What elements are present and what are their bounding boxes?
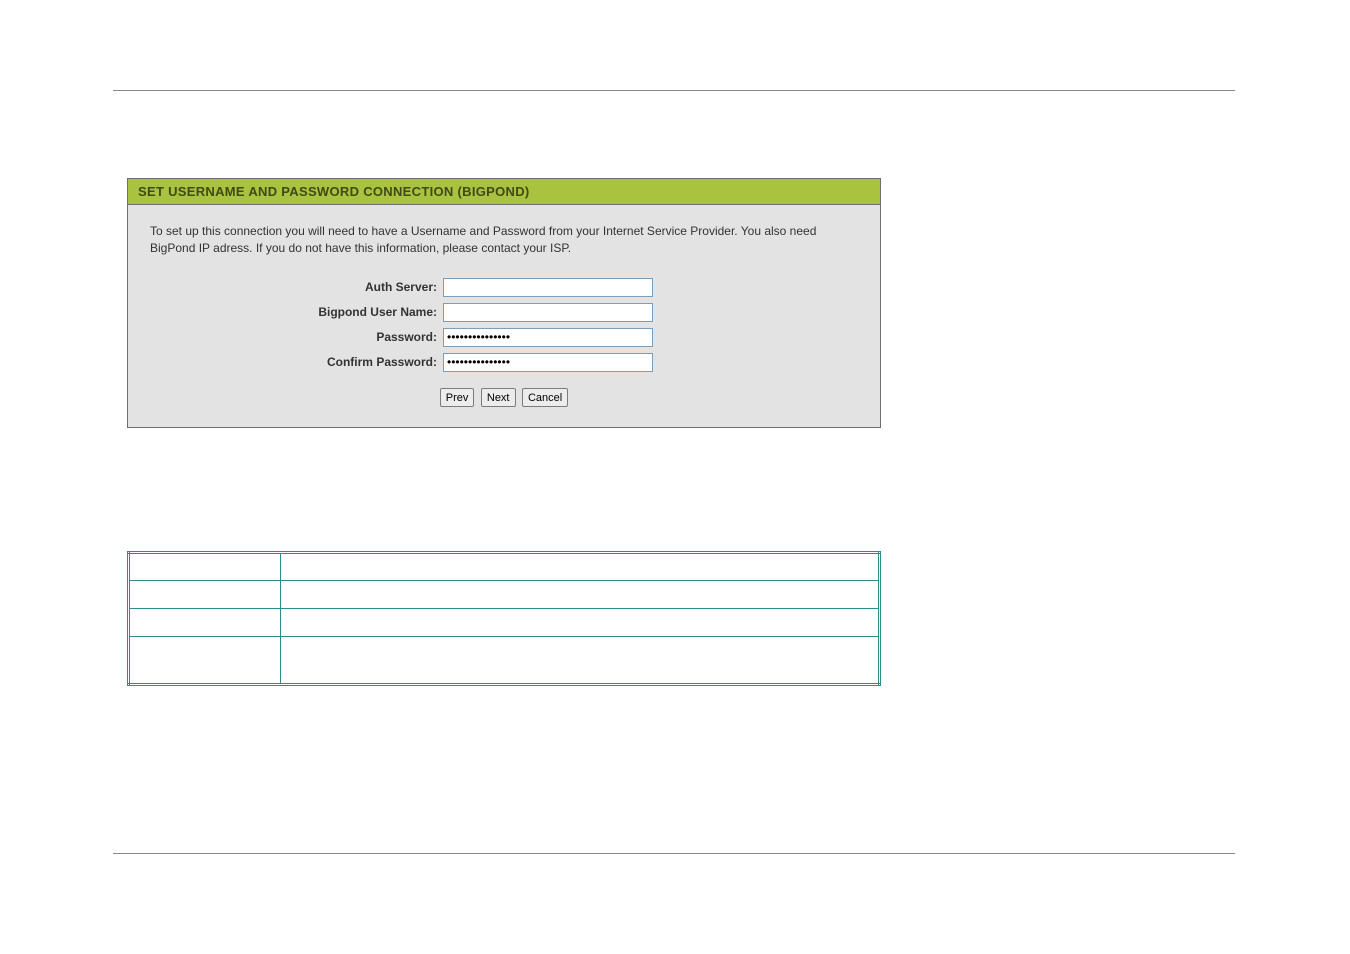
table-cell xyxy=(281,637,880,685)
panel-body: To set up this connection you will need … xyxy=(128,205,880,427)
panel-description: To set up this connection you will need … xyxy=(150,223,858,258)
table-row xyxy=(129,581,880,609)
table-cell xyxy=(281,609,880,637)
bigpond-user-name-label: Bigpond User Name: xyxy=(150,305,443,319)
info-table xyxy=(127,551,881,686)
bottom-divider xyxy=(113,853,1235,854)
prev-button[interactable]: Prev xyxy=(440,388,475,407)
auth-server-input[interactable] xyxy=(443,278,653,297)
password-row: Password: xyxy=(150,328,858,347)
table-cell xyxy=(129,609,281,637)
confirm-password-input[interactable] xyxy=(443,353,653,372)
table-cell xyxy=(129,553,281,581)
cancel-button[interactable]: Cancel xyxy=(522,388,568,407)
button-row: Prev Next Cancel xyxy=(150,388,858,408)
bigpond-user-name-input[interactable] xyxy=(443,303,653,322)
table-cell xyxy=(281,581,880,609)
next-button[interactable]: Next xyxy=(481,388,516,407)
auth-server-label: Auth Server: xyxy=(150,280,443,294)
table-row xyxy=(129,609,880,637)
bigpond-user-name-row: Bigpond User Name: xyxy=(150,303,858,322)
table-row xyxy=(129,637,880,685)
password-input[interactable] xyxy=(443,328,653,347)
confirm-password-row: Confirm Password: xyxy=(150,353,858,372)
table-cell xyxy=(281,553,880,581)
panel-title: SET USERNAME AND PASSWORD CONNECTION (BI… xyxy=(128,179,880,205)
confirm-password-label: Confirm Password: xyxy=(150,355,443,369)
table-cell xyxy=(129,581,281,609)
table-cell xyxy=(129,637,281,685)
password-label: Password: xyxy=(150,330,443,344)
bigpond-config-panel: SET USERNAME AND PASSWORD CONNECTION (BI… xyxy=(127,178,881,428)
table-row xyxy=(129,553,880,581)
top-divider xyxy=(113,90,1235,91)
auth-server-row: Auth Server: xyxy=(150,278,858,297)
